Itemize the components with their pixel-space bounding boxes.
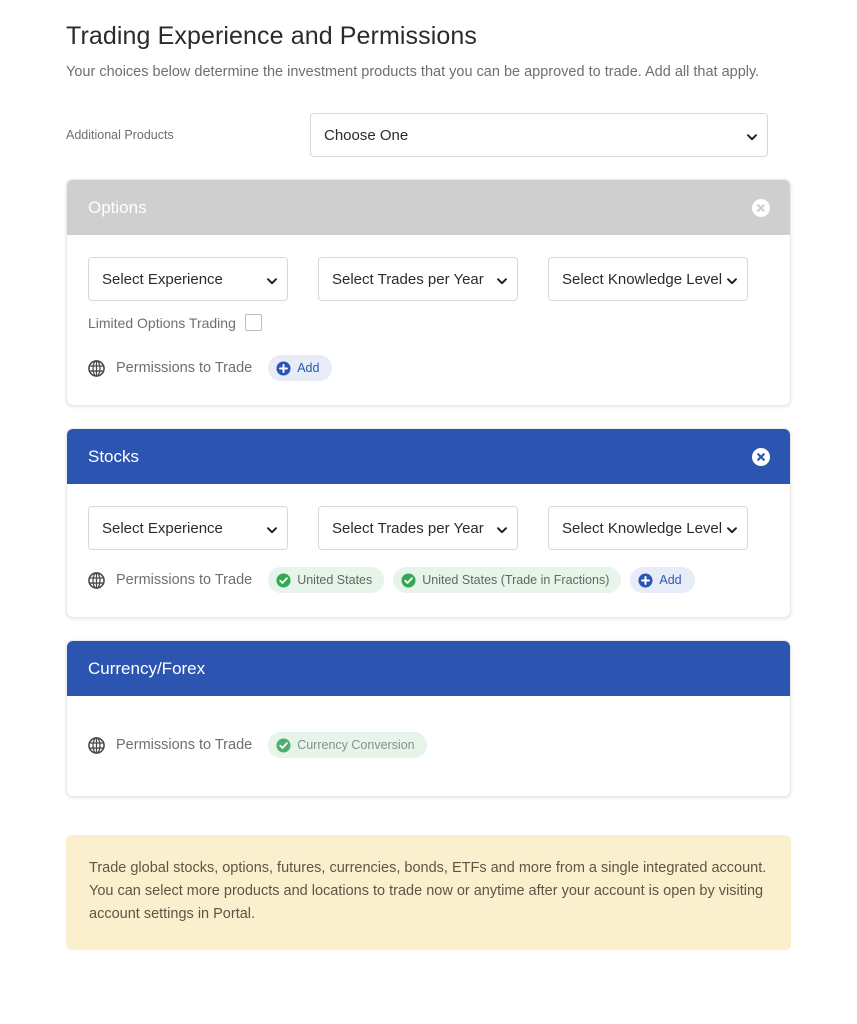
options-permissions-label: Permissions to Trade [116,360,252,376]
options-knowledge-level-select[interactable]: Select Knowledge Level [548,257,748,301]
card-currency-forex: Currency/Forex Permissions to Trade [66,640,791,797]
permission-chip-united-states[interactable]: United States [268,567,384,593]
info-notice: Trade global stocks, options, futures, c… [66,835,791,950]
stocks-trades-per-year-value: Select Trades per Year [332,520,484,537]
chevron-down-icon [496,274,506,284]
chevron-down-icon [266,523,276,533]
stocks-knowledge-level-select[interactable]: Select Knowledge Level [548,506,748,550]
stocks-add-label: Add [659,573,681,587]
check-circle-icon [276,573,291,588]
options-add-permission-button[interactable]: Add [268,355,332,381]
card-currency-forex-body: Permissions to Trade Currency Conversion [67,696,790,796]
stocks-add-permission-button[interactable]: Add [630,567,694,593]
additional-products-row: Additional Products Choose One [66,113,791,157]
permission-chip-label: United States [297,573,372,587]
card-currency-forex-header: Currency/Forex [67,641,790,696]
stocks-permissions-row: Permissions to Trade United States [88,567,769,593]
currency-permissions-label: Permissions to Trade [116,737,252,753]
options-trades-per-year-value: Select Trades per Year [332,271,484,288]
plus-circle-icon [638,573,653,588]
globe-icon [88,737,105,754]
chevron-down-icon [496,523,506,533]
permission-chip-currency-conversion[interactable]: Currency Conversion [268,732,426,758]
stocks-experience-value: Select Experience [102,520,223,537]
options-experience-select[interactable]: Select Experience [88,257,288,301]
options-permissions-row: Permissions to Trade Add [88,355,769,381]
chevron-down-icon [726,274,736,284]
permission-chip-label: Currency Conversion [297,738,414,752]
card-options: Options Select Experience Select Trades … [66,179,791,406]
additional-products-value: Choose One [324,127,408,144]
card-options-header: Options [67,180,790,235]
stocks-permissions-label: Permissions to Trade [116,572,252,588]
card-stocks-body: Select Experience Select Trades per Year… [67,484,790,617]
permission-chip-united-states-fractions[interactable]: United States (Trade in Fractions) [393,567,621,593]
stocks-knowledge-level-value: Select Knowledge Level [562,520,722,537]
card-stocks: Stocks Select Experience Select Trades p… [66,428,791,618]
page-title: Trading Experience and Permissions [66,0,791,51]
card-options-title: Options [88,198,147,218]
options-trades-per-year-select[interactable]: Select Trades per Year [318,257,518,301]
permission-chip-label: United States (Trade in Fractions) [422,573,609,587]
limited-options-trading-label: Limited Options Trading [88,315,236,331]
stocks-experience-select[interactable]: Select Experience [88,506,288,550]
stocks-selects-row: Select Experience Select Trades per Year… [88,506,769,550]
options-knowledge-level-value: Select Knowledge Level [562,271,722,288]
chevron-down-icon [726,523,736,533]
plus-circle-icon [276,361,291,376]
stocks-trades-per-year-select[interactable]: Select Trades per Year [318,506,518,550]
chevron-down-icon [746,130,756,140]
globe-icon [88,360,105,377]
additional-products-label: Additional Products [66,128,310,142]
options-selects-row: Select Experience Select Trades per Year… [88,257,769,301]
options-experience-value: Select Experience [102,271,223,288]
card-currency-forex-title: Currency/Forex [88,659,205,679]
info-notice-line-1: Trade global stocks, options, futures, c… [89,857,768,880]
check-circle-icon [276,738,291,753]
limited-options-trading-row: Limited Options Trading [88,314,769,331]
options-add-label: Add [297,361,319,375]
card-options-body: Select Experience Select Trades per Year… [67,235,790,405]
info-notice-line-2: You can select more products and locatio… [89,880,768,926]
close-circle-icon[interactable] [752,199,770,217]
close-circle-icon[interactable] [752,448,770,466]
card-stocks-title: Stocks [88,447,139,467]
trading-permissions-page: Trading Experience and Permissions Your … [0,0,857,950]
chevron-down-icon [266,274,276,284]
currency-permissions-row: Permissions to Trade Currency Conversion [88,732,769,758]
globe-icon [88,572,105,589]
page-subtitle: Your choices below determine the investm… [66,61,766,83]
limited-options-trading-checkbox[interactable] [245,314,262,331]
additional-products-select[interactable]: Choose One [310,113,768,157]
card-stocks-header: Stocks [67,429,790,484]
check-circle-icon [401,573,416,588]
